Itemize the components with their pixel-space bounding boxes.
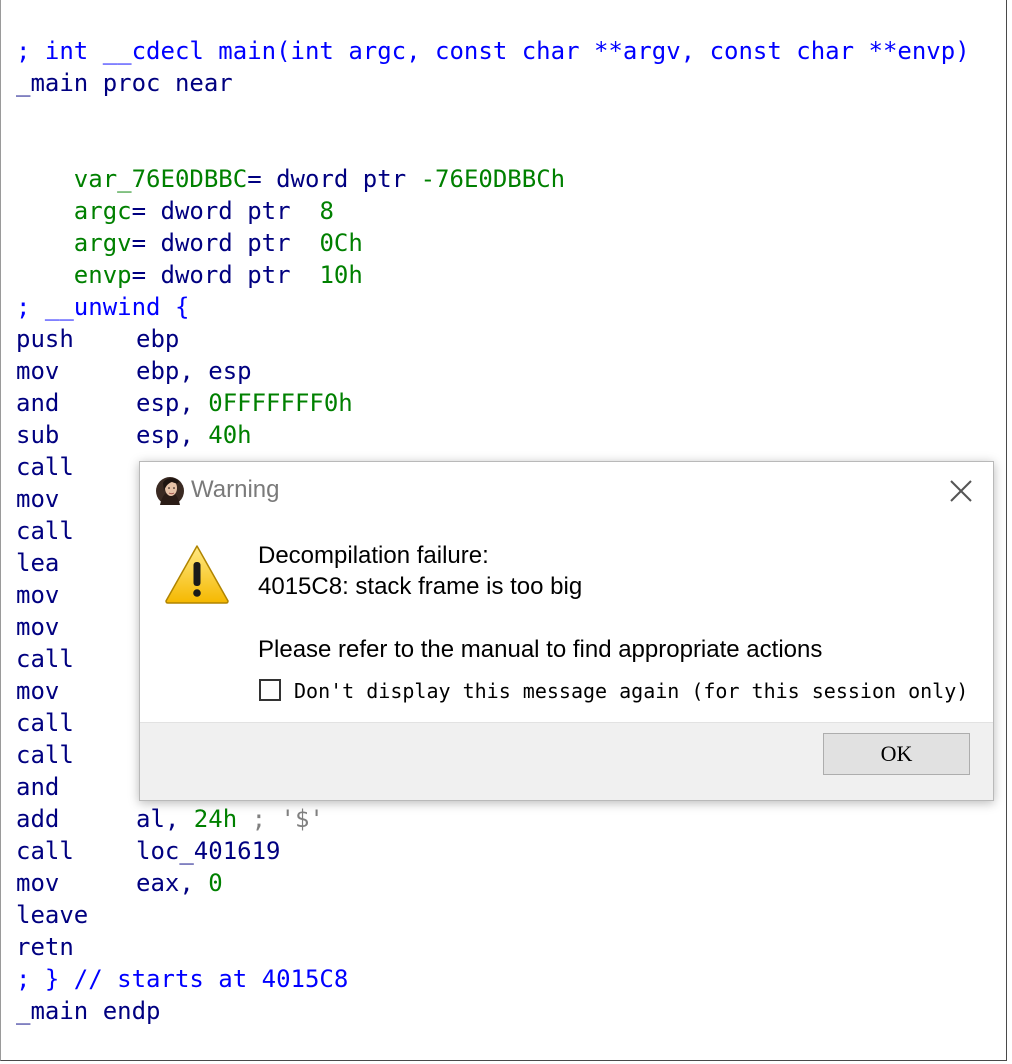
instruction-line[interactable]: mov	[16, 611, 136, 643]
stack-var-line[interactable]: envp= dword ptr 10h	[16, 227, 363, 289]
instruction-operand[interactable]: ebp, esp	[136, 357, 252, 385]
instruction-line[interactable]: and esp, 0FFFFFFF0h	[16, 387, 353, 419]
instruction-mnemonic: call	[16, 517, 74, 545]
instruction-line[interactable]: lea	[16, 547, 136, 579]
error-message-title: Decompilation failure:	[258, 542, 489, 569]
dont-display-again-checkbox[interactable]	[259, 679, 281, 701]
ok-button[interactable]: OK	[823, 733, 970, 775]
instruction-line[interactable]: mov ebp, esp	[16, 355, 252, 387]
instruction-mnemonic: mov	[16, 869, 60, 897]
instruction-immediate: 0FFFFFFF0h	[208, 389, 353, 417]
stack-var-line[interactable]: argc= dword ptr 8	[16, 163, 334, 225]
instruction-line[interactable]: call	[16, 515, 136, 547]
instruction-line[interactable]: mov	[16, 483, 136, 515]
instruction-line[interactable]: call loc_401619	[16, 835, 281, 867]
instruction-operand-label[interactable]: loc_401619	[136, 837, 281, 865]
instruction-line[interactable]: call	[16, 451, 136, 483]
instruction-comment: ; '$'	[237, 805, 324, 833]
warning-dialog: Warning Decompilation failure: 4015C8: s…	[139, 461, 994, 801]
unwind-end-comment: ; } // starts at 4015C8	[16, 965, 349, 993]
instruction-mnemonic: leave	[16, 901, 89, 929]
instruction-operand[interactable]: al,	[136, 805, 194, 833]
instruction-mnemonic: call	[16, 837, 74, 865]
instruction-line[interactable]: sub esp, 40h	[16, 419, 252, 451]
instruction-immediate: 0	[208, 869, 223, 897]
instruction-line[interactable]: mov eax, 0	[16, 867, 223, 899]
instruction-mnemonic: mov	[16, 485, 60, 513]
instruction-mnemonic: and	[16, 773, 60, 801]
stack-var-name[interactable]: envp	[74, 261, 132, 289]
instruction-operand[interactable]: ebp	[136, 325, 179, 353]
instruction-line[interactable]: call	[16, 643, 136, 675]
instruction-line[interactable]: mov	[16, 579, 136, 611]
instruction-line[interactable]: retn	[16, 931, 136, 963]
warning-icon	[165, 545, 229, 604]
instruction-line[interactable]: leave	[16, 899, 136, 931]
instruction-mnemonic: mov	[16, 581, 60, 609]
instruction-mnemonic: call	[16, 453, 74, 481]
close-icon[interactable]	[943, 473, 979, 509]
dont-display-again-label[interactable]: Don't display this message again (for th…	[294, 677, 968, 705]
instruction-line[interactable]: mov	[16, 675, 136, 707]
instruction-operand[interactable]: esp,	[136, 389, 208, 417]
instruction-immediate: 40h	[208, 421, 252, 449]
instruction-line[interactable]: add al, 24h ; '$'	[16, 803, 324, 835]
dialog-button-bar: OK	[140, 722, 993, 800]
manual-hint-text: Please refer to the manual to find appro…	[258, 636, 823, 663]
stack-var-offset: 10h	[319, 261, 363, 289]
instruction-line[interactable]: call	[16, 739, 136, 771]
stack-var-offset: -76E0DBBCh	[420, 165, 566, 193]
dialog-title: Warning	[191, 476, 280, 503]
instruction-line[interactable]: push ebp	[16, 323, 179, 355]
dialog-titlebar[interactable]: Warning	[140, 462, 993, 518]
instruction-mnemonic: mov	[16, 613, 60, 641]
instruction-mnemonic: lea	[16, 549, 60, 577]
instruction-mnemonic: add	[16, 805, 60, 833]
stack-var-line[interactable]: argv= dword ptr 0Ch	[16, 195, 363, 257]
proc-end-line[interactable]: _main endp	[16, 995, 161, 1027]
instruction-operand[interactable]: esp,	[136, 421, 208, 449]
stack-var-separator: =	[131, 261, 161, 289]
proc-start-line[interactable]: _main proc near	[16, 67, 233, 99]
instruction-line[interactable]: call	[16, 707, 136, 739]
instruction-mnemonic: push	[16, 325, 74, 353]
instruction-mnemonic: sub	[16, 421, 60, 449]
stack-var-line[interactable]: var_76E0DBBC= dword ptr -76E0DBBCh	[16, 131, 565, 193]
instruction-mnemonic: mov	[16, 677, 60, 705]
instruction-mnemonic: mov	[16, 357, 60, 385]
unwind-comment: ; __unwind {	[16, 293, 190, 321]
instruction-mnemonic: call	[16, 709, 74, 737]
instruction-mnemonic: call	[16, 741, 74, 769]
instruction-immediate: 24h	[193, 805, 238, 833]
error-message-detail: 4015C8: stack frame is too big	[258, 573, 583, 600]
app-avatar-icon	[156, 477, 184, 505]
instruction-mnemonic: and	[16, 389, 60, 417]
instruction-line[interactable]: and	[16, 771, 136, 803]
instruction-mnemonic: call	[16, 645, 74, 673]
instruction-operand[interactable]: eax,	[136, 869, 208, 897]
prototype-comment: ; int __cdecl main(int argc, const char …	[16, 37, 970, 65]
instruction-mnemonic: retn	[16, 933, 74, 961]
stack-var-type: dword ptr	[160, 261, 320, 289]
